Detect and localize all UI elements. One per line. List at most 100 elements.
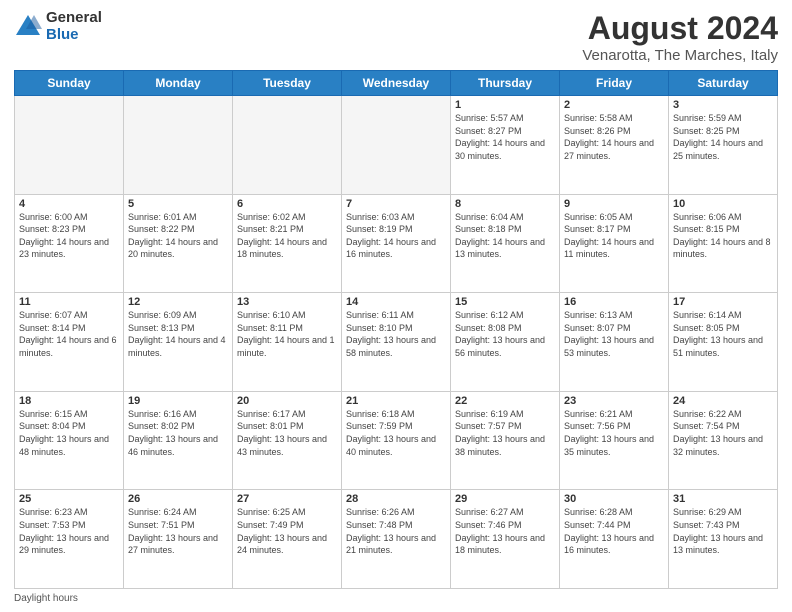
cell-0-5: 2Sunrise: 5:58 AMSunset: 8:26 PMDaylight… bbox=[560, 96, 669, 195]
logo: General Blue bbox=[14, 10, 102, 43]
cell-3-4: 22Sunrise: 6:19 AMSunset: 7:57 PMDayligh… bbox=[451, 391, 560, 490]
day-info-20: Sunrise: 6:17 AMSunset: 8:01 PMDaylight:… bbox=[237, 408, 337, 458]
day-info-28: Sunrise: 6:26 AMSunset: 7:48 PMDaylight:… bbox=[346, 506, 446, 556]
cell-4-2: 27Sunrise: 6:25 AMSunset: 7:49 PMDayligh… bbox=[233, 490, 342, 589]
cell-2-5: 16Sunrise: 6:13 AMSunset: 8:07 PMDayligh… bbox=[560, 293, 669, 392]
cell-2-6: 17Sunrise: 6:14 AMSunset: 8:05 PMDayligh… bbox=[669, 293, 778, 392]
week-row-3: 18Sunrise: 6:15 AMSunset: 8:04 PMDayligh… bbox=[15, 391, 778, 490]
logo-text: General Blue bbox=[46, 10, 102, 43]
day-number-9: 9 bbox=[564, 198, 664, 210]
day-number-6: 6 bbox=[237, 198, 337, 210]
day-number-30: 30 bbox=[564, 493, 664, 505]
day-info-29: Sunrise: 6:27 AMSunset: 7:46 PMDaylight:… bbox=[455, 506, 555, 556]
col-wednesday: Wednesday bbox=[342, 71, 451, 96]
day-number-10: 10 bbox=[673, 198, 773, 210]
cell-0-1 bbox=[124, 96, 233, 195]
day-number-16: 16 bbox=[564, 296, 664, 308]
footer: Daylight hours bbox=[14, 593, 778, 604]
day-number-13: 13 bbox=[237, 296, 337, 308]
day-info-30: Sunrise: 6:28 AMSunset: 7:44 PMDaylight:… bbox=[564, 506, 664, 556]
day-number-29: 29 bbox=[455, 493, 555, 505]
cell-0-6: 3Sunrise: 5:59 AMSunset: 8:25 PMDaylight… bbox=[669, 96, 778, 195]
day-info-22: Sunrise: 6:19 AMSunset: 7:57 PMDaylight:… bbox=[455, 408, 555, 458]
week-row-0: 1Sunrise: 5:57 AMSunset: 8:27 PMDaylight… bbox=[15, 96, 778, 195]
cell-4-1: 26Sunrise: 6:24 AMSunset: 7:51 PMDayligh… bbox=[124, 490, 233, 589]
title-section: August 2024 Venarotta, The Marches, Ital… bbox=[582, 10, 778, 64]
cell-4-6: 31Sunrise: 6:29 AMSunset: 7:43 PMDayligh… bbox=[669, 490, 778, 589]
cell-1-4: 8Sunrise: 6:04 AMSunset: 8:18 PMDaylight… bbox=[451, 194, 560, 293]
subtitle: Venarotta, The Marches, Italy bbox=[582, 47, 778, 64]
day-number-28: 28 bbox=[346, 493, 446, 505]
day-number-5: 5 bbox=[128, 198, 228, 210]
logo-general: General bbox=[46, 10, 102, 27]
day-info-27: Sunrise: 6:25 AMSunset: 7:49 PMDaylight:… bbox=[237, 506, 337, 556]
footer-label: Daylight hours bbox=[14, 593, 78, 604]
calendar-table: Sunday Monday Tuesday Wednesday Thursday… bbox=[14, 70, 778, 589]
day-number-2: 2 bbox=[564, 99, 664, 111]
cell-0-2 bbox=[233, 96, 342, 195]
day-info-10: Sunrise: 6:06 AMSunset: 8:15 PMDaylight:… bbox=[673, 211, 773, 261]
day-info-8: Sunrise: 6:04 AMSunset: 8:18 PMDaylight:… bbox=[455, 211, 555, 261]
cell-3-3: 21Sunrise: 6:18 AMSunset: 7:59 PMDayligh… bbox=[342, 391, 451, 490]
main-title: August 2024 bbox=[582, 10, 778, 47]
cell-1-6: 10Sunrise: 6:06 AMSunset: 8:15 PMDayligh… bbox=[669, 194, 778, 293]
cell-4-5: 30Sunrise: 6:28 AMSunset: 7:44 PMDayligh… bbox=[560, 490, 669, 589]
col-saturday: Saturday bbox=[669, 71, 778, 96]
day-number-8: 8 bbox=[455, 198, 555, 210]
day-info-24: Sunrise: 6:22 AMSunset: 7:54 PMDaylight:… bbox=[673, 408, 773, 458]
logo-icon bbox=[14, 13, 42, 41]
day-info-23: Sunrise: 6:21 AMSunset: 7:56 PMDaylight:… bbox=[564, 408, 664, 458]
day-info-13: Sunrise: 6:10 AMSunset: 8:11 PMDaylight:… bbox=[237, 309, 337, 359]
col-thursday: Thursday bbox=[451, 71, 560, 96]
cell-1-1: 5Sunrise: 6:01 AMSunset: 8:22 PMDaylight… bbox=[124, 194, 233, 293]
day-number-11: 11 bbox=[19, 296, 119, 308]
day-info-12: Sunrise: 6:09 AMSunset: 8:13 PMDaylight:… bbox=[128, 309, 228, 359]
cell-4-0: 25Sunrise: 6:23 AMSunset: 7:53 PMDayligh… bbox=[15, 490, 124, 589]
day-info-5: Sunrise: 6:01 AMSunset: 8:22 PMDaylight:… bbox=[128, 211, 228, 261]
day-info-9: Sunrise: 6:05 AMSunset: 8:17 PMDaylight:… bbox=[564, 211, 664, 261]
cell-3-5: 23Sunrise: 6:21 AMSunset: 7:56 PMDayligh… bbox=[560, 391, 669, 490]
day-info-2: Sunrise: 5:58 AMSunset: 8:26 PMDaylight:… bbox=[564, 112, 664, 162]
col-sunday: Sunday bbox=[15, 71, 124, 96]
day-info-3: Sunrise: 5:59 AMSunset: 8:25 PMDaylight:… bbox=[673, 112, 773, 162]
col-tuesday: Tuesday bbox=[233, 71, 342, 96]
day-number-25: 25 bbox=[19, 493, 119, 505]
calendar-body: 1Sunrise: 5:57 AMSunset: 8:27 PMDaylight… bbox=[15, 96, 778, 589]
day-number-4: 4 bbox=[19, 198, 119, 210]
day-info-21: Sunrise: 6:18 AMSunset: 7:59 PMDaylight:… bbox=[346, 408, 446, 458]
day-number-31: 31 bbox=[673, 493, 773, 505]
day-number-23: 23 bbox=[564, 395, 664, 407]
day-info-18: Sunrise: 6:15 AMSunset: 8:04 PMDaylight:… bbox=[19, 408, 119, 458]
cell-3-2: 20Sunrise: 6:17 AMSunset: 8:01 PMDayligh… bbox=[233, 391, 342, 490]
col-monday: Monday bbox=[124, 71, 233, 96]
day-info-14: Sunrise: 6:11 AMSunset: 8:10 PMDaylight:… bbox=[346, 309, 446, 359]
cell-2-1: 12Sunrise: 6:09 AMSunset: 8:13 PMDayligh… bbox=[124, 293, 233, 392]
page: General Blue August 2024 Venarotta, The … bbox=[0, 0, 792, 612]
week-row-1: 4Sunrise: 6:00 AMSunset: 8:23 PMDaylight… bbox=[15, 194, 778, 293]
day-number-26: 26 bbox=[128, 493, 228, 505]
cell-2-0: 11Sunrise: 6:07 AMSunset: 8:14 PMDayligh… bbox=[15, 293, 124, 392]
cell-2-2: 13Sunrise: 6:10 AMSunset: 8:11 PMDayligh… bbox=[233, 293, 342, 392]
cell-4-3: 28Sunrise: 6:26 AMSunset: 7:48 PMDayligh… bbox=[342, 490, 451, 589]
day-number-18: 18 bbox=[19, 395, 119, 407]
cell-0-0 bbox=[15, 96, 124, 195]
day-info-7: Sunrise: 6:03 AMSunset: 8:19 PMDaylight:… bbox=[346, 211, 446, 261]
day-number-20: 20 bbox=[237, 395, 337, 407]
cell-1-0: 4Sunrise: 6:00 AMSunset: 8:23 PMDaylight… bbox=[15, 194, 124, 293]
day-info-31: Sunrise: 6:29 AMSunset: 7:43 PMDaylight:… bbox=[673, 506, 773, 556]
logo-blue: Blue bbox=[46, 27, 102, 44]
day-info-15: Sunrise: 6:12 AMSunset: 8:08 PMDaylight:… bbox=[455, 309, 555, 359]
day-info-26: Sunrise: 6:24 AMSunset: 7:51 PMDaylight:… bbox=[128, 506, 228, 556]
day-number-24: 24 bbox=[673, 395, 773, 407]
day-number-3: 3 bbox=[673, 99, 773, 111]
cell-1-5: 9Sunrise: 6:05 AMSunset: 8:17 PMDaylight… bbox=[560, 194, 669, 293]
cell-3-6: 24Sunrise: 6:22 AMSunset: 7:54 PMDayligh… bbox=[669, 391, 778, 490]
day-info-4: Sunrise: 6:00 AMSunset: 8:23 PMDaylight:… bbox=[19, 211, 119, 261]
day-info-1: Sunrise: 5:57 AMSunset: 8:27 PMDaylight:… bbox=[455, 112, 555, 162]
calendar-header: Sunday Monday Tuesday Wednesday Thursday… bbox=[15, 71, 778, 96]
day-info-6: Sunrise: 6:02 AMSunset: 8:21 PMDaylight:… bbox=[237, 211, 337, 261]
cell-3-1: 19Sunrise: 6:16 AMSunset: 8:02 PMDayligh… bbox=[124, 391, 233, 490]
cell-0-4: 1Sunrise: 5:57 AMSunset: 8:27 PMDaylight… bbox=[451, 96, 560, 195]
day-number-27: 27 bbox=[237, 493, 337, 505]
week-row-4: 25Sunrise: 6:23 AMSunset: 7:53 PMDayligh… bbox=[15, 490, 778, 589]
